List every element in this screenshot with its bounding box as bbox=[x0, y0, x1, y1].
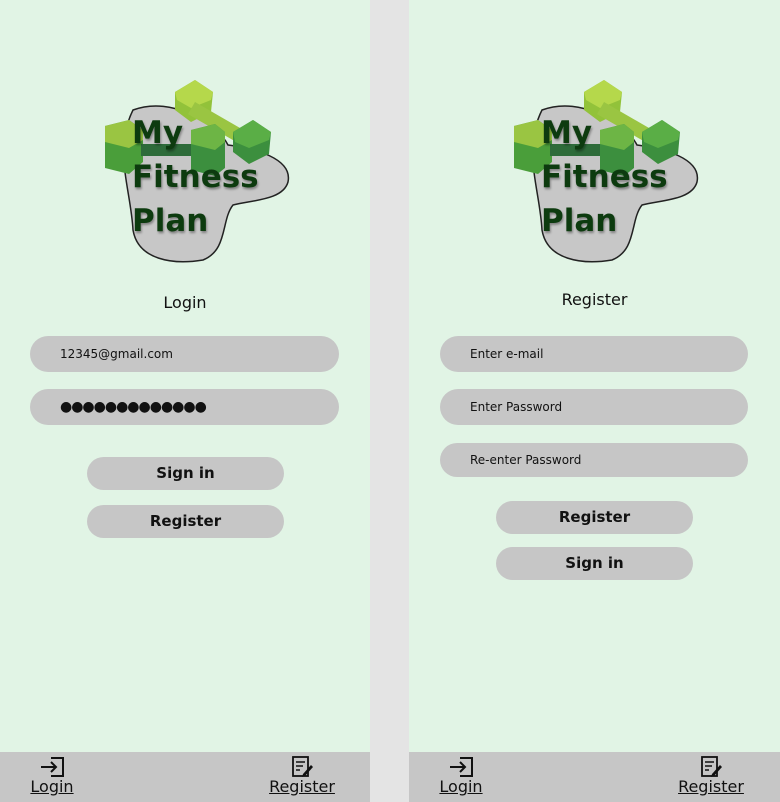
register-heading: Register bbox=[561, 290, 628, 309]
tab-register[interactable]: Register bbox=[671, 752, 751, 802]
reenter-password-placeholder: Re-enter Password bbox=[470, 453, 582, 467]
logo-line-2: Fitness bbox=[132, 159, 259, 195]
app-logo: My Fitness Plan bbox=[103, 70, 303, 270]
email-field[interactable]: Enter e-mail bbox=[440, 336, 748, 372]
logo-title: My Fitness Plan bbox=[541, 111, 668, 243]
register-button[interactable]: Register bbox=[87, 505, 284, 538]
bottom-tab-bar: Login Register bbox=[0, 752, 370, 802]
logo-line-2: Fitness bbox=[541, 159, 668, 195]
logo-title: My Fitness Plan bbox=[132, 111, 259, 243]
email-placeholder: Enter e-mail bbox=[470, 347, 544, 361]
email-value: 12345@gmail.com bbox=[60, 347, 173, 361]
login-heading: Login bbox=[163, 293, 207, 312]
edit-document-icon bbox=[701, 756, 722, 777]
login-icon bbox=[450, 757, 473, 777]
tab-login-label: Login bbox=[30, 777, 74, 796]
tab-register-label: Register bbox=[269, 777, 335, 796]
logo-line-3: Plan bbox=[132, 203, 209, 239]
register-button[interactable]: Register bbox=[496, 501, 693, 534]
password-value: ●●●●●●●●●●●●● bbox=[60, 399, 207, 415]
logo-line-3: Plan bbox=[541, 203, 618, 239]
tab-register-label: Register bbox=[678, 777, 744, 796]
login-screen: My Fitness Plan Login 12345@gmail.com ●●… bbox=[0, 0, 370, 802]
register-screen: My Fitness Plan Register Enter e-mail En… bbox=[409, 0, 780, 802]
login-icon bbox=[41, 757, 64, 777]
password-field[interactable]: Enter Password bbox=[440, 389, 748, 425]
logo-line-1: My bbox=[541, 115, 593, 151]
tab-login-label: Login bbox=[439, 777, 483, 796]
sign-in-button[interactable]: Sign in bbox=[496, 547, 693, 580]
edit-document-icon bbox=[292, 756, 313, 777]
bottom-tab-bar: Login Register bbox=[409, 752, 780, 802]
password-placeholder: Enter Password bbox=[470, 400, 563, 414]
tab-register[interactable]: Register bbox=[262, 752, 342, 802]
tab-login[interactable]: Login bbox=[16, 752, 88, 802]
reenter-password-field[interactable]: Re-enter Password bbox=[440, 443, 748, 477]
app-logo: My Fitness Plan bbox=[512, 70, 712, 270]
email-field[interactable]: 12345@gmail.com bbox=[30, 336, 339, 372]
sign-in-button[interactable]: Sign in bbox=[87, 457, 284, 490]
password-field[interactable]: ●●●●●●●●●●●●● bbox=[30, 389, 339, 425]
logo-line-1: My bbox=[132, 115, 184, 151]
tab-login[interactable]: Login bbox=[425, 752, 497, 802]
